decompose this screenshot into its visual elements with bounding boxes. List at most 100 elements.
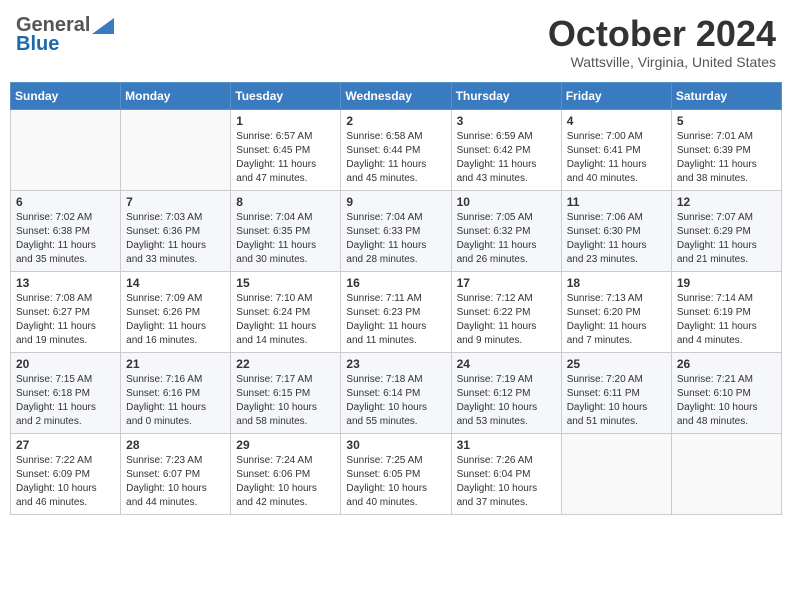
sunrise-text: Sunrise: 6:57 AM: [236, 131, 312, 142]
daylight-text: Daylight: 10 hours and 37 minutes.: [457, 483, 538, 508]
calendar-cell: 7 Sunrise: 7:03 AM Sunset: 6:36 PM Dayli…: [121, 190, 231, 271]
calendar-body: 1 Sunrise: 6:57 AM Sunset: 6:45 PM Dayli…: [11, 109, 782, 514]
day-info: Sunrise: 7:16 AM Sunset: 6:16 PM Dayligh…: [126, 373, 225, 429]
calendar-cell: 28 Sunrise: 7:23 AM Sunset: 6:07 PM Dayl…: [121, 433, 231, 514]
sunrise-text: Sunrise: 7:22 AM: [16, 455, 92, 466]
day-number: 1: [236, 114, 335, 128]
daylight-text: Daylight: 10 hours and 58 minutes.: [236, 402, 317, 427]
sunset-text: Sunset: 6:35 PM: [236, 226, 310, 237]
day-info: Sunrise: 7:20 AM Sunset: 6:11 PM Dayligh…: [567, 373, 666, 429]
day-number: 2: [346, 114, 445, 128]
sunset-text: Sunset: 6:33 PM: [346, 226, 420, 237]
month-title: October 2024: [548, 14, 776, 54]
day-info: Sunrise: 6:58 AM Sunset: 6:44 PM Dayligh…: [346, 130, 445, 186]
sunset-text: Sunset: 6:15 PM: [236, 388, 310, 399]
sunset-text: Sunset: 6:26 PM: [126, 307, 200, 318]
day-info: Sunrise: 7:01 AM Sunset: 6:39 PM Dayligh…: [677, 130, 776, 186]
daylight-text: Daylight: 11 hours and 19 minutes.: [16, 321, 96, 346]
weekday-header: Sunday: [11, 82, 121, 109]
day-number: 10: [457, 195, 556, 209]
day-info: Sunrise: 7:02 AM Sunset: 6:38 PM Dayligh…: [16, 211, 115, 267]
daylight-text: Daylight: 11 hours and 4 minutes.: [677, 321, 757, 346]
sunset-text: Sunset: 6:16 PM: [126, 388, 200, 399]
calendar-cell: 16 Sunrise: 7:11 AM Sunset: 6:23 PM Dayl…: [341, 271, 451, 352]
sunset-text: Sunset: 6:20 PM: [567, 307, 641, 318]
sunset-text: Sunset: 6:11 PM: [567, 388, 640, 399]
sunset-text: Sunset: 6:05 PM: [346, 469, 420, 480]
daylight-text: Daylight: 11 hours and 14 minutes.: [236, 321, 316, 346]
sunset-text: Sunset: 6:27 PM: [16, 307, 90, 318]
day-number: 23: [346, 357, 445, 371]
day-info: Sunrise: 7:00 AM Sunset: 6:41 PM Dayligh…: [567, 130, 666, 186]
daylight-text: Daylight: 11 hours and 43 minutes.: [457, 159, 537, 184]
daylight-text: Daylight: 11 hours and 9 minutes.: [457, 321, 537, 346]
day-info: Sunrise: 7:04 AM Sunset: 6:35 PM Dayligh…: [236, 211, 335, 267]
sunset-text: Sunset: 6:07 PM: [126, 469, 200, 480]
calendar-cell: [561, 433, 671, 514]
calendar-cell: 31 Sunrise: 7:26 AM Sunset: 6:04 PM Dayl…: [451, 433, 561, 514]
day-info: Sunrise: 7:22 AM Sunset: 6:09 PM Dayligh…: [16, 454, 115, 510]
day-info: Sunrise: 7:18 AM Sunset: 6:14 PM Dayligh…: [346, 373, 445, 429]
calendar-week-row: 27 Sunrise: 7:22 AM Sunset: 6:09 PM Dayl…: [11, 433, 782, 514]
logo-blue-text: Blue: [16, 33, 59, 56]
daylight-text: Daylight: 11 hours and 21 minutes.: [677, 240, 757, 265]
sunrise-text: Sunrise: 7:11 AM: [346, 293, 421, 304]
daylight-text: Daylight: 10 hours and 53 minutes.: [457, 402, 538, 427]
page-header: General Blue October 2024 Wattsville, Vi…: [10, 10, 782, 74]
day-info: Sunrise: 7:07 AM Sunset: 6:29 PM Dayligh…: [677, 211, 776, 267]
sunset-text: Sunset: 6:04 PM: [457, 469, 531, 480]
sunset-text: Sunset: 6:09 PM: [16, 469, 90, 480]
calendar-cell: 26 Sunrise: 7:21 AM Sunset: 6:10 PM Dayl…: [671, 352, 781, 433]
sunset-text: Sunset: 6:14 PM: [346, 388, 420, 399]
day-info: Sunrise: 7:14 AM Sunset: 6:19 PM Dayligh…: [677, 292, 776, 348]
day-number: 3: [457, 114, 556, 128]
day-info: Sunrise: 7:26 AM Sunset: 6:04 PM Dayligh…: [457, 454, 556, 510]
sunrise-text: Sunrise: 7:21 AM: [677, 374, 753, 385]
sunset-text: Sunset: 6:29 PM: [677, 226, 751, 237]
day-info: Sunrise: 7:24 AM Sunset: 6:06 PM Dayligh…: [236, 454, 335, 510]
calendar-cell: [121, 109, 231, 190]
sunrise-text: Sunrise: 7:02 AM: [16, 212, 92, 223]
calendar-cell: 29 Sunrise: 7:24 AM Sunset: 6:06 PM Dayl…: [231, 433, 341, 514]
daylight-text: Daylight: 11 hours and 0 minutes.: [126, 402, 206, 427]
calendar-cell: 1 Sunrise: 6:57 AM Sunset: 6:45 PM Dayli…: [231, 109, 341, 190]
calendar-cell: 5 Sunrise: 7:01 AM Sunset: 6:39 PM Dayli…: [671, 109, 781, 190]
calendar-cell: 22 Sunrise: 7:17 AM Sunset: 6:15 PM Dayl…: [231, 352, 341, 433]
sunrise-text: Sunrise: 7:25 AM: [346, 455, 422, 466]
day-number: 6: [16, 195, 115, 209]
sunset-text: Sunset: 6:41 PM: [567, 145, 641, 156]
weekday-header: Wednesday: [341, 82, 451, 109]
sunset-text: Sunset: 6:18 PM: [16, 388, 90, 399]
sunrise-text: Sunrise: 7:26 AM: [457, 455, 533, 466]
daylight-text: Daylight: 10 hours and 44 minutes.: [126, 483, 207, 508]
calendar-cell: 10 Sunrise: 7:05 AM Sunset: 6:32 PM Dayl…: [451, 190, 561, 271]
sunrise-text: Sunrise: 7:12 AM: [457, 293, 533, 304]
calendar-cell: 21 Sunrise: 7:16 AM Sunset: 6:16 PM Dayl…: [121, 352, 231, 433]
day-number: 11: [567, 195, 666, 209]
day-info: Sunrise: 7:19 AM Sunset: 6:12 PM Dayligh…: [457, 373, 556, 429]
day-number: 20: [16, 357, 115, 371]
logo: General Blue: [16, 14, 114, 56]
daylight-text: Daylight: 11 hours and 40 minutes.: [567, 159, 647, 184]
sunrise-text: Sunrise: 7:13 AM: [567, 293, 643, 304]
day-info: Sunrise: 7:06 AM Sunset: 6:30 PM Dayligh…: [567, 211, 666, 267]
daylight-text: Daylight: 11 hours and 45 minutes.: [346, 159, 426, 184]
sunset-text: Sunset: 6:06 PM: [236, 469, 310, 480]
sunrise-text: Sunrise: 6:59 AM: [457, 131, 533, 142]
daylight-text: Daylight: 11 hours and 38 minutes.: [677, 159, 757, 184]
day-number: 22: [236, 357, 335, 371]
sunset-text: Sunset: 6:12 PM: [457, 388, 531, 399]
day-number: 7: [126, 195, 225, 209]
calendar-cell: 11 Sunrise: 7:06 AM Sunset: 6:30 PM Dayl…: [561, 190, 671, 271]
sunrise-text: Sunrise: 7:16 AM: [126, 374, 202, 385]
daylight-text: Daylight: 11 hours and 26 minutes.: [457, 240, 537, 265]
day-number: 28: [126, 438, 225, 452]
calendar-cell: 18 Sunrise: 7:13 AM Sunset: 6:20 PM Dayl…: [561, 271, 671, 352]
daylight-text: Daylight: 11 hours and 7 minutes.: [567, 321, 647, 346]
sunset-text: Sunset: 6:10 PM: [677, 388, 751, 399]
sunset-text: Sunset: 6:24 PM: [236, 307, 310, 318]
day-info: Sunrise: 7:17 AM Sunset: 6:15 PM Dayligh…: [236, 373, 335, 429]
sunset-text: Sunset: 6:42 PM: [457, 145, 531, 156]
day-info: Sunrise: 7:08 AM Sunset: 6:27 PM Dayligh…: [16, 292, 115, 348]
sunrise-text: Sunrise: 7:09 AM: [126, 293, 202, 304]
